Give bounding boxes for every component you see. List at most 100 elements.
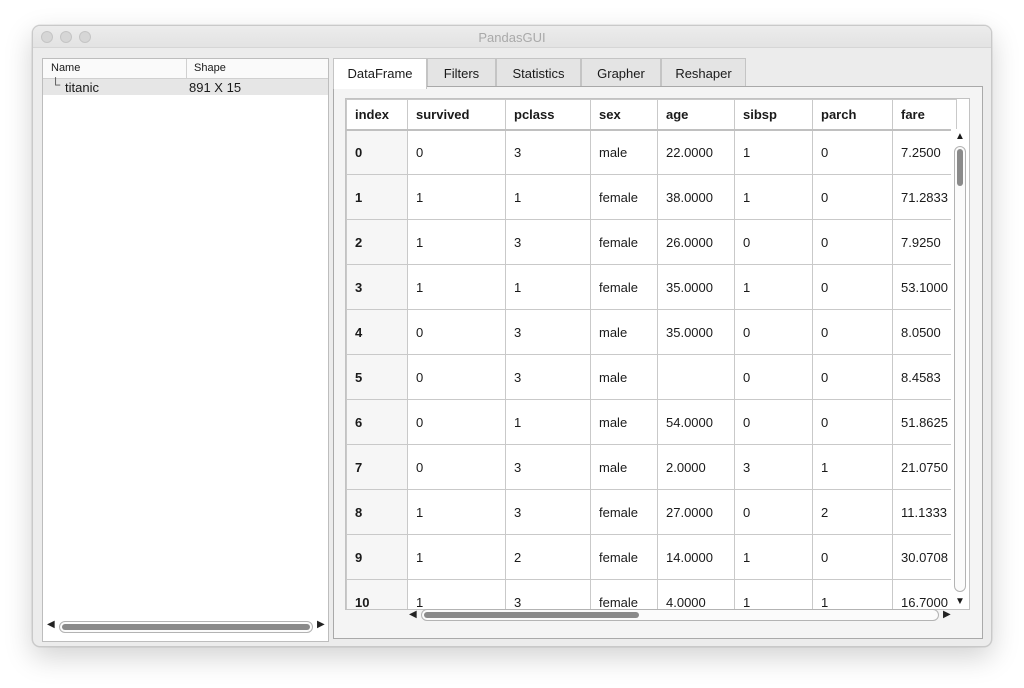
cell-parch[interactable]: 0: [812, 264, 893, 310]
scroll-down-icon[interactable]: ▼: [955, 596, 965, 607]
cell-pclass[interactable]: 3: [505, 219, 591, 265]
cell-parch[interactable]: 0: [812, 219, 893, 265]
cell-sex[interactable]: male: [590, 444, 658, 490]
cell-sex[interactable]: female: [590, 534, 658, 580]
cell-age[interactable]: 35.0000: [657, 309, 735, 355]
cell-pclass[interactable]: 2: [505, 534, 591, 580]
navigator-scroll-thumb[interactable]: [62, 624, 310, 630]
cell-survived[interactable]: 1: [407, 264, 506, 310]
cell-parch[interactable]: 1: [812, 579, 893, 609]
table-row[interactable]: 1 1 1 female 38.0000 1 0 71.2833: [346, 174, 957, 220]
cell-parch[interactable]: 0: [812, 309, 893, 355]
cell-fare[interactable]: 8.4583: [892, 354, 957, 400]
cell-survived[interactable]: 0: [407, 309, 506, 355]
row-index-cell[interactable]: 5: [346, 354, 408, 400]
column-header-survived[interactable]: survived: [407, 99, 506, 131]
cell-age[interactable]: [657, 354, 735, 400]
table-row[interactable]: 4 0 3 male 35.0000 0 0 8.0500: [346, 309, 957, 355]
cell-survived[interactable]: 0: [407, 444, 506, 490]
cell-sibsp[interactable]: 0: [734, 219, 813, 265]
scroll-right-icon[interactable]: ▶: [317, 619, 325, 630]
tab-reshaper[interactable]: Reshaper: [661, 58, 746, 86]
cell-age[interactable]: 26.0000: [657, 219, 735, 265]
cell-parch[interactable]: 0: [812, 399, 893, 445]
cell-sex[interactable]: female: [590, 174, 658, 220]
cell-sibsp[interactable]: 3: [734, 444, 813, 490]
cell-sibsp[interactable]: 0: [734, 489, 813, 535]
cell-parch[interactable]: 0: [812, 129, 893, 175]
cell-parch[interactable]: 0: [812, 534, 893, 580]
cell-sibsp[interactable]: 1: [734, 174, 813, 220]
row-index-cell[interactable]: 9: [346, 534, 408, 580]
cell-fare[interactable]: 71.2833: [892, 174, 957, 220]
grid-vertical-track[interactable]: [954, 146, 966, 592]
cell-sex[interactable]: female: [590, 579, 658, 609]
row-index-cell[interactable]: 4: [346, 309, 408, 355]
cell-sibsp[interactable]: 1: [734, 579, 813, 609]
cell-pclass[interactable]: 1: [505, 399, 591, 445]
column-header-sibsp[interactable]: sibsp: [734, 99, 813, 131]
cell-pclass[interactable]: 3: [505, 309, 591, 355]
column-header-age[interactable]: age: [657, 99, 735, 131]
table-row[interactable]: 0 0 3 male 22.0000 1 0 7.2500: [346, 129, 957, 175]
cell-survived[interactable]: 1: [407, 219, 506, 265]
cell-survived[interactable]: 1: [407, 174, 506, 220]
cell-pclass[interactable]: 1: [505, 174, 591, 220]
cell-fare[interactable]: 16.7000: [892, 579, 957, 609]
cell-pclass[interactable]: 3: [505, 444, 591, 490]
table-row[interactable]: 10 1 3 female 4.0000 1 1 16.7000: [346, 579, 957, 609]
cell-survived[interactable]: 0: [407, 399, 506, 445]
cell-pclass[interactable]: 3: [505, 489, 591, 535]
grid-horizontal-scrollbar[interactable]: ◀ ▶: [409, 609, 954, 623]
row-index-cell[interactable]: 0: [346, 129, 408, 175]
column-divider[interactable]: [186, 59, 187, 78]
cell-parch[interactable]: 2: [812, 489, 893, 535]
table-row[interactable]: 9 1 2 female 14.0000 1 0 30.0708: [346, 534, 957, 580]
cell-pclass[interactable]: 3: [505, 579, 591, 609]
column-header-parch[interactable]: parch: [812, 99, 893, 131]
column-header-index[interactable]: index: [346, 99, 408, 131]
cell-sibsp[interactable]: 1: [734, 264, 813, 310]
cell-survived[interactable]: 0: [407, 354, 506, 400]
cell-age[interactable]: 2.0000: [657, 444, 735, 490]
row-index-cell[interactable]: 7: [346, 444, 408, 490]
column-header-sex[interactable]: sex: [590, 99, 658, 131]
cell-fare[interactable]: 7.2500: [892, 129, 957, 175]
cell-pclass[interactable]: 3: [505, 129, 591, 175]
column-header-pclass[interactable]: pclass: [505, 99, 591, 131]
cell-age[interactable]: 14.0000: [657, 534, 735, 580]
tab-dataframe[interactable]: DataFrame: [333, 58, 427, 89]
cell-fare[interactable]: 7.9250: [892, 219, 957, 265]
row-index-cell[interactable]: 3: [346, 264, 408, 310]
table-row[interactable]: 2 1 3 female 26.0000 0 0 7.9250: [346, 219, 957, 265]
grid-scroll-right-icon[interactable]: ▶: [943, 609, 951, 620]
cell-age[interactable]: 54.0000: [657, 399, 735, 445]
navigator-column-shape[interactable]: Shape: [194, 62, 226, 74]
navigator-scroll-track[interactable]: [59, 621, 313, 633]
grid-vertical-thumb[interactable]: [957, 149, 963, 187]
tab-filters[interactable]: Filters: [427, 58, 496, 86]
row-index-cell[interactable]: 8: [346, 489, 408, 535]
navigator-horizontal-scrollbar[interactable]: ◀ ▶: [47, 619, 327, 633]
table-row[interactable]: 5 0 3 male 0 0 8.4583: [346, 354, 957, 400]
cell-sibsp[interactable]: 0: [734, 354, 813, 400]
table-row[interactable]: 6 0 1 male 54.0000 0 0 51.8625: [346, 399, 957, 445]
scroll-left-icon[interactable]: ◀: [47, 619, 55, 630]
grid-horizontal-thumb[interactable]: [424, 612, 640, 618]
cell-age[interactable]: 35.0000: [657, 264, 735, 310]
column-header-fare[interactable]: fare: [892, 99, 957, 131]
cell-sex[interactable]: male: [590, 399, 658, 445]
tab-statistics[interactable]: Statistics: [496, 58, 581, 86]
cell-fare[interactable]: 51.8625: [892, 399, 957, 445]
cell-sex[interactable]: male: [590, 354, 658, 400]
table-row[interactable]: 8 1 3 female 27.0000 0 2 11.1333: [346, 489, 957, 535]
cell-sibsp[interactable]: 1: [734, 534, 813, 580]
cell-sex[interactable]: male: [590, 309, 658, 355]
cell-fare[interactable]: 53.1000: [892, 264, 957, 310]
cell-pclass[interactable]: 3: [505, 354, 591, 400]
cell-survived[interactable]: 1: [407, 579, 506, 609]
cell-sibsp[interactable]: 0: [734, 399, 813, 445]
cell-parch[interactable]: 0: [812, 354, 893, 400]
table-row[interactable]: 7 0 3 male 2.0000 3 1 21.0750: [346, 444, 957, 490]
tab-grapher[interactable]: Grapher: [581, 58, 661, 86]
